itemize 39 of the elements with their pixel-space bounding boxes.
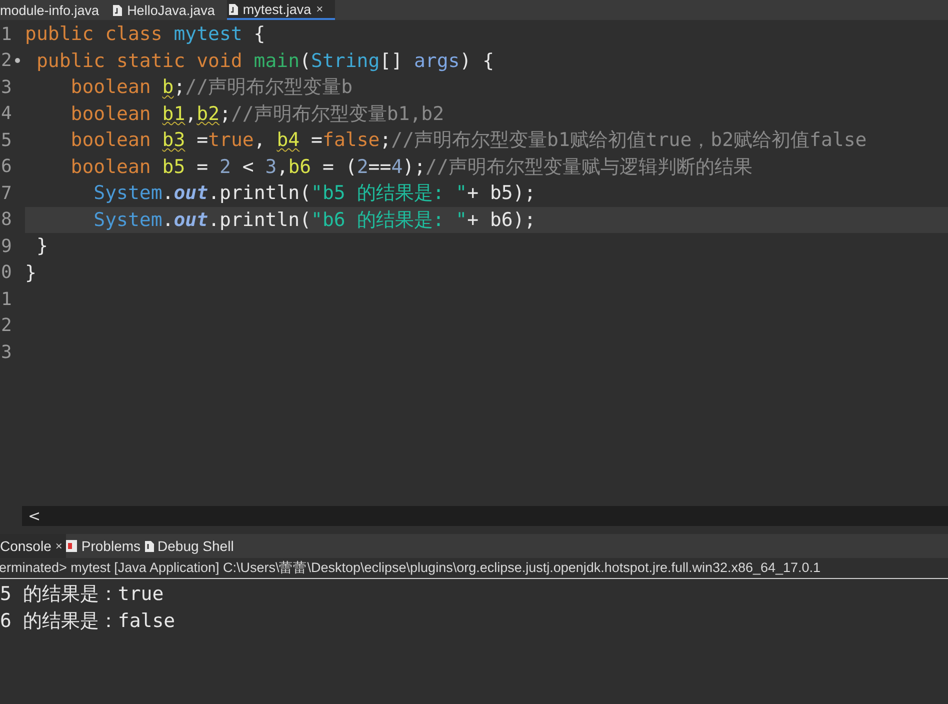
java-file-icon — [228, 4, 238, 14]
code-text: public class mytest { — [25, 22, 266, 48]
line-number: 4 — [0, 103, 13, 124]
java-file-icon — [113, 4, 122, 16]
console-tab[interactable]: Console × — [0, 534, 66, 558]
line-number: 8 — [0, 209, 13, 230]
file-icon — [144, 540, 154, 552]
console-output-line: 5 的结果是：true — [0, 582, 165, 607]
line-number: 7 — [0, 182, 13, 204]
line-number: 1 — [0, 24, 13, 45]
close-button[interactable]: × — [55, 539, 62, 553]
line-number: 6 — [0, 156, 13, 178]
scroll-left-arrow[interactable]: < — [22, 507, 41, 525]
line-number: 2 — [0, 315, 13, 336]
editor-tab[interactable]: module-info.java — [0, 0, 112, 20]
code-text: boolean b1,b2;//声明布尔型变量b1,b2 — [70, 102, 446, 127]
line-number: 0 — [0, 262, 13, 284]
code-text: System.out.println("b6 的结果是: "+ b6); — [25, 206, 948, 233]
console-tab[interactable]: Problems — [66, 534, 145, 558]
horizontal-scrollbar[interactable]: < — [22, 506, 948, 526]
editor-tab[interactable]: HelloJava.java — [111, 0, 227, 20]
code-text: } — [35, 234, 49, 260]
code-text: boolean b5 = 2 < 3,b6 = (2==4);//声明布尔型变量赋与逻辑判断的结果 — [70, 154, 754, 180]
line-number: 3 — [0, 342, 13, 363]
line-number: 3 — [0, 76, 13, 98]
close-button[interactable]: × — [316, 2, 324, 16]
line-number: 9 — [0, 236, 13, 257]
line-number: 1 — [0, 288, 13, 310]
code-text: boolean b3 =true, b4 =false;//声明布尔型变量b1赋给初值true，b2赋给初值false — [70, 128, 868, 154]
code-text: } — [25, 260, 38, 286]
editor-tab[interactable]: mytest.java × — [226, 0, 336, 20]
code-text: boolean b;//声明布尔型变量b — [70, 75, 354, 100]
code-text: public static void main(String[] args) { — [35, 48, 496, 74]
code-text: System.out.println("b5 的结果是: "+ b5); — [92, 181, 537, 206]
line-number: 2 — [0, 50, 25, 72]
console-output-line: 6 的结果是：false — [0, 609, 176, 634]
console-tab[interactable]: Debug Shell — [144, 534, 238, 558]
line-number: 5 — [0, 130, 13, 151]
problems-icon — [66, 540, 78, 552]
